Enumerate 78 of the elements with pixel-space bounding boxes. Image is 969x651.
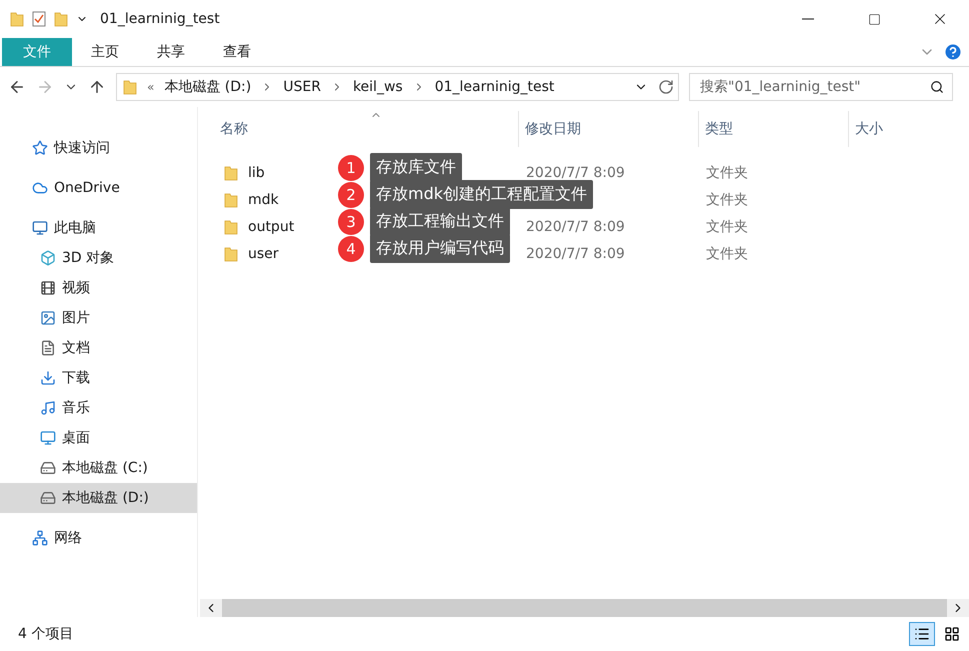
sidebar-item[interactable]: 本地磁盘 (D:) [0, 483, 197, 513]
window-title: 01_learninig_test [100, 11, 221, 27]
column-header[interactable]: 修改日期 [518, 111, 698, 147]
file-name[interactable]: output [248, 218, 294, 234]
search-field[interactable]: 搜索"01_learninig_test" [689, 73, 953, 101]
folder-icon [123, 79, 137, 95]
folder-icon [224, 246, 238, 262]
file-type: 文件夹 [705, 190, 749, 208]
file-name[interactable]: lib [248, 164, 265, 180]
file-name[interactable]: mdk [248, 192, 279, 208]
sidebar-item[interactable]: 3D 对象 [0, 243, 197, 273]
sidebar-item[interactable]: 此电脑 [0, 213, 197, 243]
modified-date: 2020/7/7 8:09 [525, 246, 626, 262]
folder-icon [54, 11, 68, 27]
back-button[interactable] [8, 78, 26, 96]
column-header[interactable]: 名称 [198, 111, 518, 147]
sidebar-item[interactable]: 文档 [0, 333, 197, 363]
annotation-callout: 存放mdk创建的工程配置文件 [370, 180, 594, 209]
sidebar-item[interactable]: 网络 [0, 523, 197, 553]
breadcrumb[interactable]: USER [283, 79, 321, 95]
annotation-callout: 存放库文件 [370, 153, 462, 182]
drive-icon [40, 490, 56, 506]
sidebar-item[interactable]: OneDrive [0, 173, 197, 203]
file-name[interactable]: user [248, 246, 279, 262]
details-list-icon [914, 626, 930, 642]
minimize-icon [802, 18, 814, 20]
film-icon [40, 280, 56, 296]
scrollbar-thumb[interactable] [222, 599, 947, 617]
properties-icon[interactable] [32, 11, 46, 27]
file-type: 文件夹 [705, 244, 749, 262]
modified-date: 2020/7/7 8:09 [525, 218, 626, 234]
file-type: 文件夹 [705, 164, 749, 182]
star-icon [32, 140, 48, 156]
sidebar-item[interactable]: 快速访问 [0, 133, 197, 163]
up-button[interactable] [88, 78, 106, 96]
sidebar-item[interactable]: 音乐 [0, 393, 197, 423]
file-type: 文件夹 [705, 218, 749, 236]
help-icon[interactable] [943, 42, 963, 62]
annotation-callout: 存放用户编写代码 [370, 234, 510, 263]
breadcrumb[interactable]: 01_learninig_test [434, 79, 554, 95]
computer-icon [32, 220, 48, 236]
folder-icon [224, 218, 238, 234]
document-icon [40, 340, 56, 356]
download-icon [40, 370, 56, 386]
sidebar-item[interactable]: 视频 [0, 273, 197, 303]
folder-icon [224, 164, 238, 180]
breadcrumb[interactable]: 本地磁盘 (D:) [164, 78, 252, 96]
folder-icon [10, 11, 24, 27]
column-header[interactable]: 大小 [848, 111, 969, 147]
sidebar-item[interactable]: 图片 [0, 303, 197, 333]
column-header[interactable]: 类型 [698, 111, 848, 147]
details-view-button[interactable] [909, 622, 935, 646]
step-number-badge: 2 [338, 182, 364, 208]
thumbnails-icon [944, 626, 960, 642]
overflow-marker: « [147, 80, 154, 94]
refresh-icon[interactable] [658, 79, 674, 95]
maximize-icon [868, 12, 880, 26]
desktop-icon [40, 430, 56, 446]
network-icon [32, 530, 48, 546]
step-number-badge: 1 [338, 154, 364, 180]
forward-arrow-icon [36, 78, 54, 96]
address-bar[interactable]: « 本地磁盘 (D:) USER keil_ws 01_learninig_test [116, 73, 679, 101]
sidebar-item[interactable]: 下载 [0, 363, 197, 393]
step-number-badge: 4 [338, 236, 364, 262]
breadcrumb[interactable]: keil_ws [352, 79, 403, 95]
picture-icon [40, 310, 56, 326]
modified-date: 2020/7/7 8:09 [525, 164, 626, 180]
search-icon [930, 80, 944, 94]
step-number-badge: 3 [338, 208, 364, 234]
annotation-callout: 存放工程输出文件 [370, 207, 510, 236]
item-count: 4 个项目 [18, 625, 74, 643]
cube-icon [40, 250, 56, 266]
music-note-icon [40, 400, 56, 416]
folder-icon [224, 192, 238, 208]
drive-icon [40, 460, 56, 476]
sidebar-item[interactable]: 桌面 [0, 423, 197, 453]
cloud-icon [32, 180, 48, 196]
sidebar-item[interactable]: 本地磁盘 (C:) [0, 453, 197, 483]
